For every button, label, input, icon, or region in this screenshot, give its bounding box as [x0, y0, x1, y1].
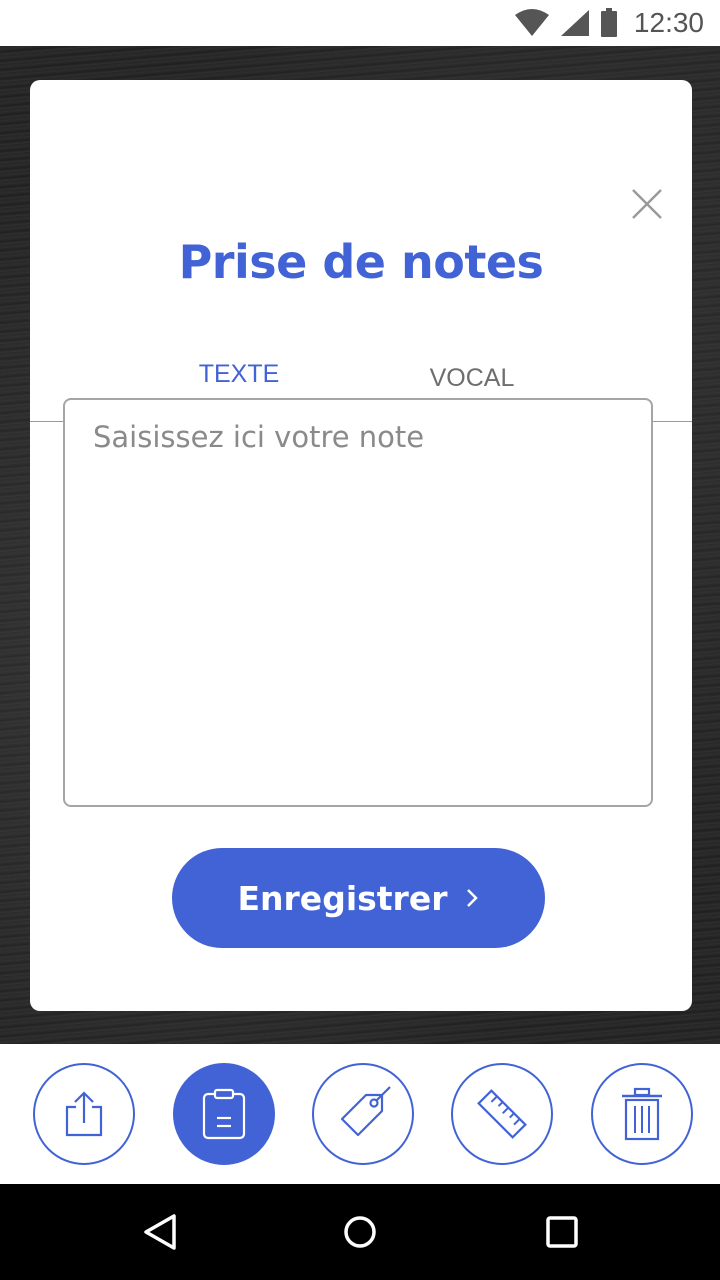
delete-button[interactable]	[591, 1063, 693, 1165]
note-modal: Prise de notes TEXTE VOCAL Enregistrer	[30, 80, 692, 1011]
note-input[interactable]	[63, 398, 653, 807]
back-button[interactable]	[136, 1208, 184, 1256]
tab-texte[interactable]: TEXTE	[192, 360, 286, 389]
measure-button[interactable]	[451, 1063, 553, 1165]
home-button[interactable]	[336, 1208, 384, 1256]
notes-button[interactable]	[173, 1063, 275, 1165]
clipboard-icon	[201, 1088, 247, 1140]
battery-icon	[600, 8, 618, 38]
status-bar: 12:30	[0, 0, 720, 46]
save-button-label: Enregistrer	[237, 878, 448, 918]
navigation-bar	[0, 1184, 720, 1280]
status-time: 12:30	[633, 7, 704, 38]
share-button[interactable]	[33, 1063, 135, 1165]
home-icon	[336, 1208, 384, 1256]
tab-vocal[interactable]: VOCAL	[425, 364, 519, 393]
recents-icon	[538, 1208, 586, 1256]
modal-title: Prise de notes	[178, 235, 544, 289]
signal-icon	[560, 9, 590, 37]
ruler-icon	[474, 1086, 530, 1142]
status-icons: 12:30	[514, 7, 704, 39]
recents-button[interactable]	[538, 1208, 586, 1256]
chevron-right-icon	[465, 887, 479, 909]
close-button[interactable]	[627, 184, 667, 224]
tag-button[interactable]	[312, 1063, 414, 1165]
back-icon	[136, 1208, 184, 1256]
close-icon	[627, 184, 667, 224]
tag-icon	[334, 1085, 392, 1143]
wifi-icon	[514, 9, 550, 37]
save-button[interactable]: Enregistrer	[172, 848, 545, 948]
trash-icon	[620, 1087, 664, 1141]
share-icon	[63, 1091, 105, 1137]
bottom-toolbar	[0, 1044, 720, 1184]
